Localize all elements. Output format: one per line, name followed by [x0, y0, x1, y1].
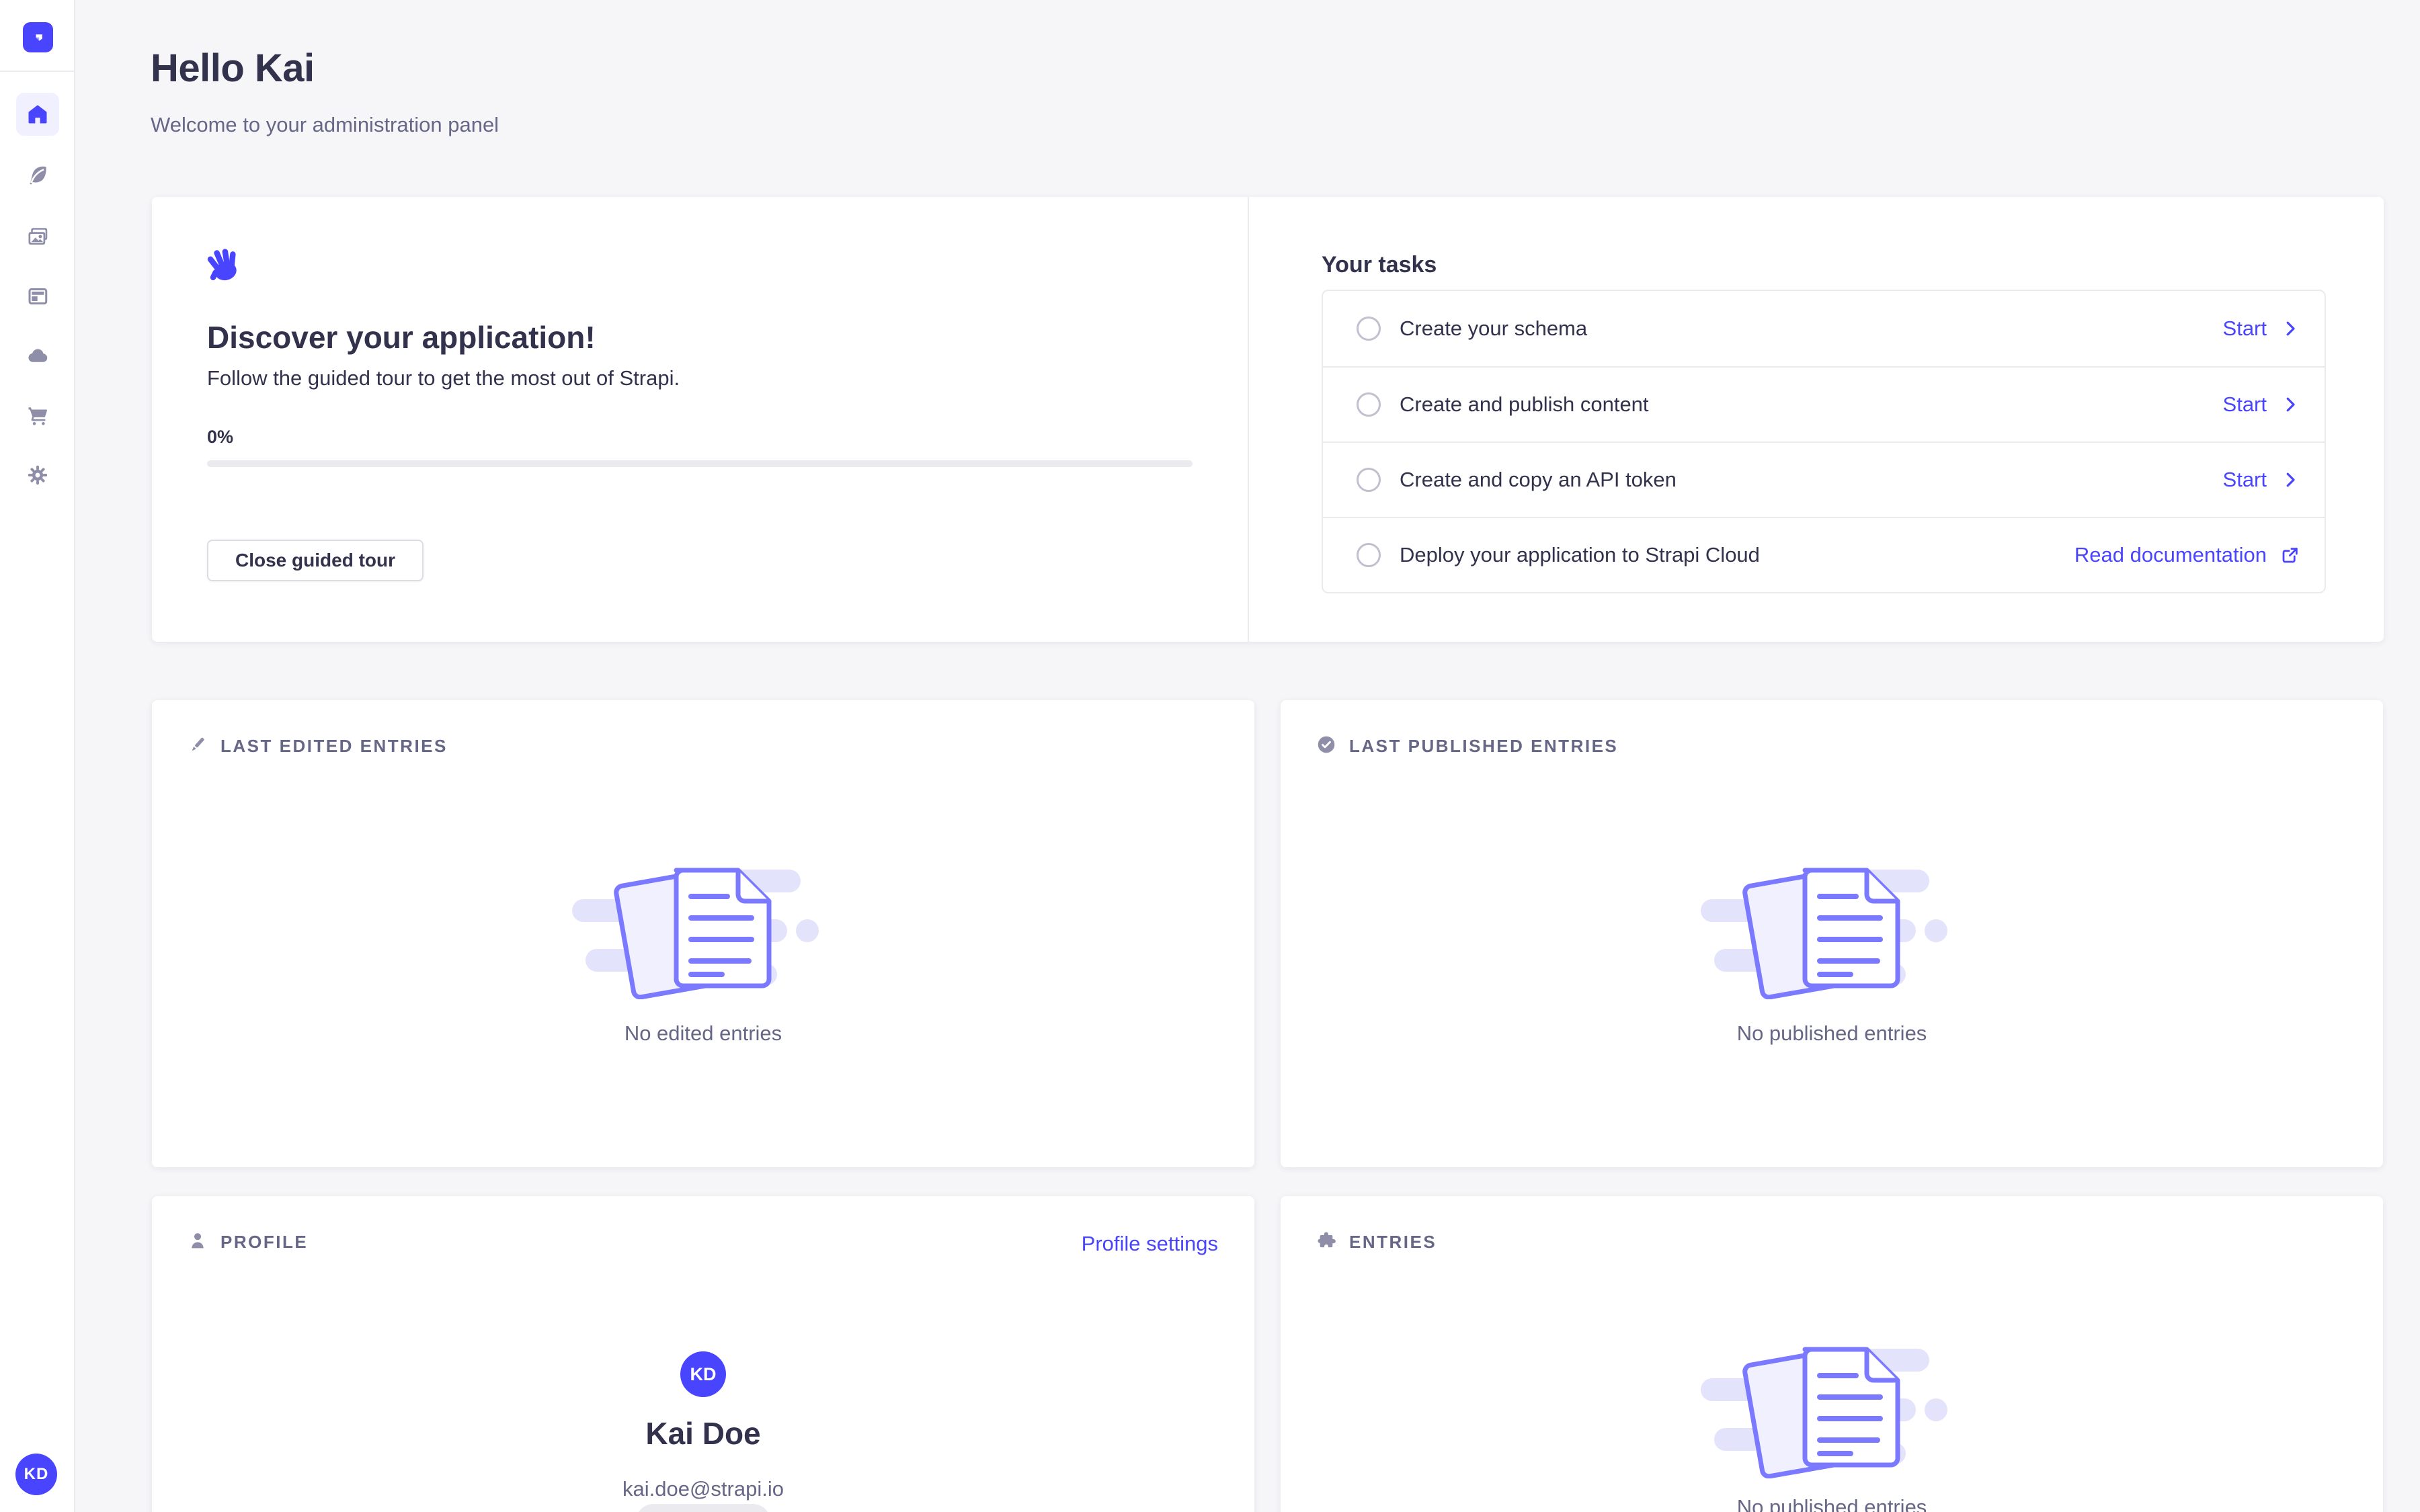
pencil-icon [187, 734, 208, 755]
task-status-circle [1357, 317, 1381, 341]
task-label: Create and copy an API token [1400, 468, 1677, 492]
sidebar-item-cloud[interactable] [16, 334, 59, 377]
strapi-logo[interactable] [23, 22, 53, 52]
card-divider [1248, 197, 1249, 642]
task-row-api-token: Create and copy an API token Start [1323, 442, 2325, 517]
task-action-label: Start [2223, 392, 2267, 417]
card-title: LAST PUBLISHED ENTRIES [1349, 736, 1618, 757]
empty-state-text: No edited entries [152, 1021, 1254, 1046]
tasks-title: Your tasks [1322, 252, 1437, 278]
user-avatar[interactable]: KD [15, 1454, 57, 1495]
task-start-link[interactable]: Start [2223, 317, 2300, 341]
external-link-icon [2280, 545, 2300, 565]
empty-documents-illustration [1691, 1331, 1973, 1478]
home-icon [26, 102, 50, 126]
profile-email: kai.doe@strapi.io [152, 1477, 1254, 1501]
strapi-logo-icon [28, 28, 48, 48]
card-title: LAST EDITED ENTRIES [220, 736, 448, 757]
empty-documents-illustration [562, 851, 844, 999]
page-subtitle: Welcome to your administration panel [151, 113, 499, 137]
sidebar-item-content-manager[interactable] [16, 154, 59, 197]
card-title: PROFILE [220, 1232, 308, 1253]
cloud-icon [26, 343, 50, 368]
images-icon [26, 224, 50, 249]
page-title: Hello Kai [151, 46, 315, 91]
sidebar: KD [0, 0, 75, 1512]
sidebar-item-settings[interactable] [16, 454, 59, 497]
entries-card: ENTRIES No published entries [1281, 1196, 2383, 1512]
role-badge [636, 1504, 770, 1512]
task-start-link[interactable]: Start [2223, 468, 2300, 492]
profile-card: PROFILE Profile settings KD Kai Doe kai.… [152, 1196, 1254, 1512]
guided-tour-card: Discover your application! Follow the gu… [152, 197, 2384, 642]
sidebar-item-media-library[interactable] [16, 215, 59, 258]
task-start-link[interactable]: Start [2223, 392, 2300, 417]
tasks-list: Create your schema Start Create and publ… [1322, 290, 2326, 593]
task-label: Deploy your application to Strapi Cloud [1400, 543, 1760, 567]
layout-icon [26, 284, 50, 308]
sidebar-item-content-type-builder[interactable] [16, 275, 59, 318]
profile-settings-link[interactable]: Profile settings [1082, 1232, 1218, 1256]
person-icon [187, 1230, 208, 1251]
chevron-right-icon [2280, 470, 2300, 490]
empty-state-text: No published entries [1281, 1495, 2383, 1512]
progress-bar [207, 460, 1193, 467]
close-guided-tour-button[interactable]: Close guided tour [207, 540, 424, 581]
puzzle-icon [1316, 1230, 1337, 1251]
profile-name: Kai Doe [152, 1415, 1254, 1452]
cart-icon [26, 403, 50, 427]
task-status-circle [1357, 543, 1381, 567]
task-action-label: Read documentation [2074, 543, 2267, 567]
task-label: Create your schema [1400, 317, 1587, 341]
empty-documents-illustration [1691, 851, 1973, 999]
guided-tour-subtitle: Follow the guided tour to get the most o… [207, 366, 680, 390]
sidebar-item-home[interactable] [16, 93, 59, 136]
card-title: ENTRIES [1349, 1232, 1437, 1253]
profile-avatar: KD [680, 1351, 726, 1397]
last-published-entries-card: LAST PUBLISHED ENTRIES No published entr… [1281, 700, 2383, 1167]
task-action-label: Start [2223, 317, 2267, 341]
sidebar-item-marketplace[interactable] [16, 394, 59, 437]
chevron-right-icon [2280, 394, 2300, 415]
task-status-circle [1357, 468, 1381, 492]
task-status-circle [1357, 392, 1381, 417]
wave-hand-icon [206, 245, 245, 284]
progress-label: 0% [207, 427, 233, 448]
task-row-publish-content: Create and publish content Start [1323, 366, 2325, 442]
check-circle-icon [1316, 734, 1337, 755]
empty-state-text: No published entries [1281, 1021, 2383, 1046]
last-edited-entries-card: LAST EDITED ENTRIES No edited entries [152, 700, 1254, 1167]
sidebar-divider [0, 71, 75, 72]
guided-tour-title: Discover your application! [207, 319, 596, 355]
task-row-deploy-cloud: Deploy your application to Strapi Cloud … [1323, 517, 2325, 592]
gear-icon [26, 463, 50, 487]
read-documentation-link[interactable]: Read documentation [2074, 543, 2300, 567]
task-action-label: Start [2223, 468, 2267, 492]
task-row-create-schema: Create your schema Start [1323, 291, 2325, 366]
feather-icon [26, 163, 50, 187]
chevron-right-icon [2280, 319, 2300, 339]
task-label: Create and publish content [1400, 392, 1649, 417]
